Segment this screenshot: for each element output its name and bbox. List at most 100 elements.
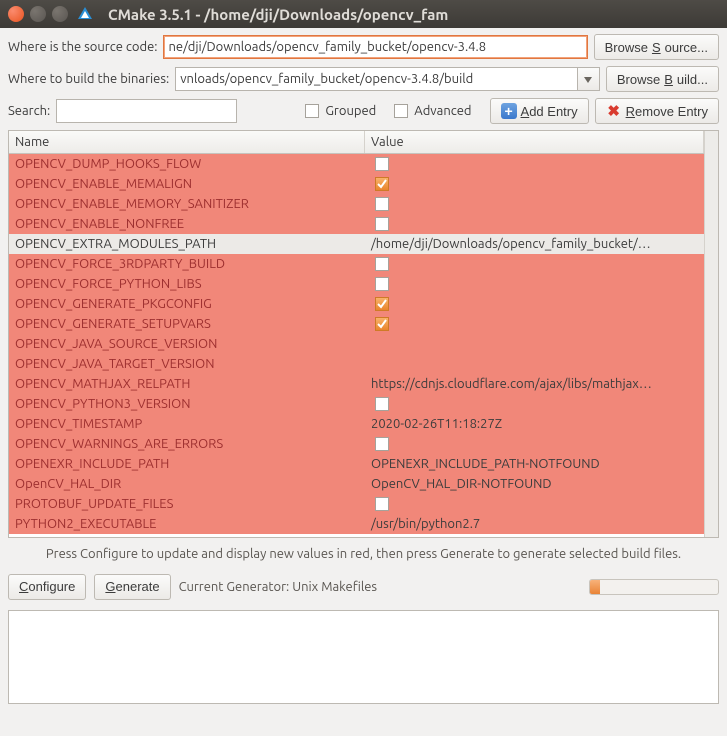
cache-entry-name: OPENCV_ENABLE_MEMORY_SANITIZER: [9, 194, 365, 214]
table-row[interactable]: PYTHON2_EXECUTABLE/usr/bin/python2.7: [9, 514, 704, 534]
cache-entry-value[interactable]: [365, 434, 704, 454]
cache-entry-name: OPENCV_MATHJAX_RELPATH: [9, 374, 365, 394]
cache-entry-value[interactable]: OpenCV_HAL_DIR-NOTFOUND: [365, 474, 704, 494]
generate-u: G: [105, 579, 115, 594]
cache-entry-name: OPENEXR_INCLUDE_PATH: [9, 454, 365, 474]
cache-entry-value[interactable]: 2020-02-26T11:18:27Z: [365, 414, 704, 434]
cache-entry-value[interactable]: [365, 494, 704, 514]
cache-entry-value[interactable]: [365, 274, 704, 294]
close-icon[interactable]: [8, 6, 24, 22]
cache-entry-name: OPENCV_FORCE_3RDPARTY_BUILD: [9, 254, 365, 274]
output-pane[interactable]: [8, 610, 719, 704]
source-label: Where is the source code:: [8, 40, 157, 54]
table-row[interactable]: OPENCV_EXTRA_MODULES_PATH/home/dji/Downl…: [9, 234, 704, 254]
table-row[interactable]: OPENCV_DUMP_HOOKS_FLOW: [9, 154, 704, 174]
build-input[interactable]: [175, 67, 578, 91]
table-row[interactable]: OPENCV_JAVA_SOURCE_VERSION: [9, 334, 704, 354]
value-checkbox[interactable]: [375, 497, 389, 511]
browse-build-button[interactable]: Browse Build...: [606, 66, 719, 92]
build-dropdown-button[interactable]: [578, 67, 600, 91]
add-entry-button[interactable]: + Add Entry: [490, 98, 589, 124]
app-icon: [76, 5, 94, 23]
browse-build-post: uild...: [677, 72, 708, 87]
cache-entry-value[interactable]: [365, 334, 704, 354]
table-row[interactable]: PROTOBUF_UPDATE_FILES: [9, 494, 704, 514]
value-checkbox[interactable]: [375, 257, 389, 271]
add-entry-u: A: [521, 104, 530, 119]
search-input[interactable]: [56, 99, 237, 123]
configure-u: C: [19, 579, 28, 594]
window-title: CMake 3.5.1 - /home/dji/Downloads/opencv…: [108, 6, 448, 23]
browse-build-u: B: [664, 72, 673, 87]
table-row[interactable]: OPENCV_ENABLE_NONFREE: [9, 214, 704, 234]
generate-button[interactable]: Generate: [94, 574, 170, 600]
cache-entry-name: OPENCV_PYTHON3_VERSION: [9, 394, 365, 414]
browse-source-button[interactable]: Browse Source...: [594, 34, 719, 60]
table-row[interactable]: OPENCV_GENERATE_PKGCONFIG: [9, 294, 704, 314]
table-row[interactable]: OPENCV_PYTHON3_VERSION: [9, 394, 704, 414]
cache-entry-name: OPENCV_EXTRA_MODULES_PATH: [9, 234, 365, 254]
value-checkbox[interactable]: [375, 277, 389, 291]
cache-entry-value[interactable]: /home/dji/Downloads/opencv_family_bucket…: [365, 234, 704, 254]
value-checkbox[interactable]: [375, 397, 389, 411]
table-row[interactable]: OPENCV_WARNINGS_ARE_ERRORS: [9, 434, 704, 454]
cache-entry-value[interactable]: [365, 394, 704, 414]
cache-entry-value[interactable]: https://cdnjs.cloudflare.com/ajax/libs/m…: [365, 374, 704, 394]
configure-post: onfigure: [28, 579, 75, 594]
chevron-down-icon: [584, 72, 592, 86]
cache-entry-name: OPENCV_DUMP_HOOKS_FLOW: [9, 154, 365, 174]
maximize-icon[interactable]: [52, 6, 68, 22]
table-row[interactable]: OPENEXR_INCLUDE_PATHOPENEXR_INCLUDE_PATH…: [9, 454, 704, 474]
cache-entry-name: OPENCV_JAVA_SOURCE_VERSION: [9, 334, 365, 354]
cache-entry-value[interactable]: [365, 294, 704, 314]
table-body[interactable]: OPENCV_DUMP_HOOKS_FLOWOPENCV_ENABLE_MEMA…: [9, 154, 704, 537]
table-row[interactable]: OPENCV_FORCE_3RDPARTY_BUILD: [9, 254, 704, 274]
value-checkbox[interactable]: [375, 157, 389, 171]
value-checkbox[interactable]: [375, 297, 389, 311]
build-label: Where to build the binaries:: [8, 72, 169, 86]
cache-entry-value[interactable]: [365, 254, 704, 274]
window-buttons: [8, 6, 68, 22]
value-checkbox[interactable]: [375, 217, 389, 231]
table-row[interactable]: OPENCV_JAVA_TARGET_VERSION: [9, 354, 704, 374]
cache-entry-name: PROTOBUF_UPDATE_FILES: [9, 494, 365, 514]
cache-entry-name: OPENCV_WARNINGS_ARE_ERRORS: [9, 434, 365, 454]
grouped-checkbox[interactable]: [305, 104, 319, 118]
value-checkbox[interactable]: [375, 317, 389, 331]
cache-entry-name: OPENCV_GENERATE_SETUPVARS: [9, 314, 365, 334]
cache-entry-value[interactable]: OPENEXR_INCLUDE_PATH-NOTFOUND: [365, 454, 704, 474]
minimize-icon[interactable]: [30, 6, 46, 22]
browse-source-u: S: [652, 40, 661, 55]
cache-entry-value[interactable]: /usr/bin/python2.7: [365, 514, 704, 534]
configure-button[interactable]: Configure: [8, 574, 86, 600]
table-row[interactable]: OPENCV_GENERATE_SETUPVARS: [9, 314, 704, 334]
remove-entry-button[interactable]: ✖ Remove Entry: [595, 98, 719, 124]
browse-build-pre: Browse: [617, 72, 660, 87]
table-row[interactable]: OPENCV_TIMESTAMP2020-02-26T11:18:27Z: [9, 414, 704, 434]
table-row[interactable]: OPENCV_MATHJAX_RELPATHhttps://cdnjs.clou…: [9, 374, 704, 394]
source-input[interactable]: [163, 35, 587, 59]
advanced-checkbox[interactable]: [394, 104, 408, 118]
scrollbar[interactable]: [704, 131, 718, 537]
value-checkbox[interactable]: [375, 197, 389, 211]
table-row[interactable]: OPENCV_ENABLE_MEMORY_SANITIZER: [9, 194, 704, 214]
cache-entry-name: OpenCV_HAL_DIR: [9, 474, 365, 494]
cache-entry-value[interactable]: [365, 214, 704, 234]
col-header-value[interactable]: Value: [365, 131, 704, 153]
table-row[interactable]: OPENCV_ENABLE_MEMALIGN: [9, 174, 704, 194]
table-row[interactable]: OpenCV_HAL_DIROpenCV_HAL_DIR-NOTFOUND: [9, 474, 704, 494]
cache-entry-name: OPENCV_ENABLE_MEMALIGN: [9, 174, 365, 194]
cache-entry-name: PYTHON2_EXECUTABLE: [9, 514, 365, 534]
cache-entry-value[interactable]: [365, 194, 704, 214]
cache-entry-name: OPENCV_JAVA_TARGET_VERSION: [9, 354, 365, 374]
value-checkbox[interactable]: [375, 177, 389, 191]
value-checkbox[interactable]: [375, 437, 389, 451]
cache-entry-value[interactable]: [365, 314, 704, 334]
remove-entry-u: R: [626, 104, 635, 119]
cache-entry-value[interactable]: [365, 354, 704, 374]
cache-entry-value[interactable]: [365, 154, 704, 174]
current-generator: Current Generator: Unix Makefiles: [179, 580, 377, 594]
cache-entry-value[interactable]: [365, 174, 704, 194]
col-header-name[interactable]: Name: [9, 131, 365, 153]
table-row[interactable]: OPENCV_FORCE_PYTHON_LIBS: [9, 274, 704, 294]
